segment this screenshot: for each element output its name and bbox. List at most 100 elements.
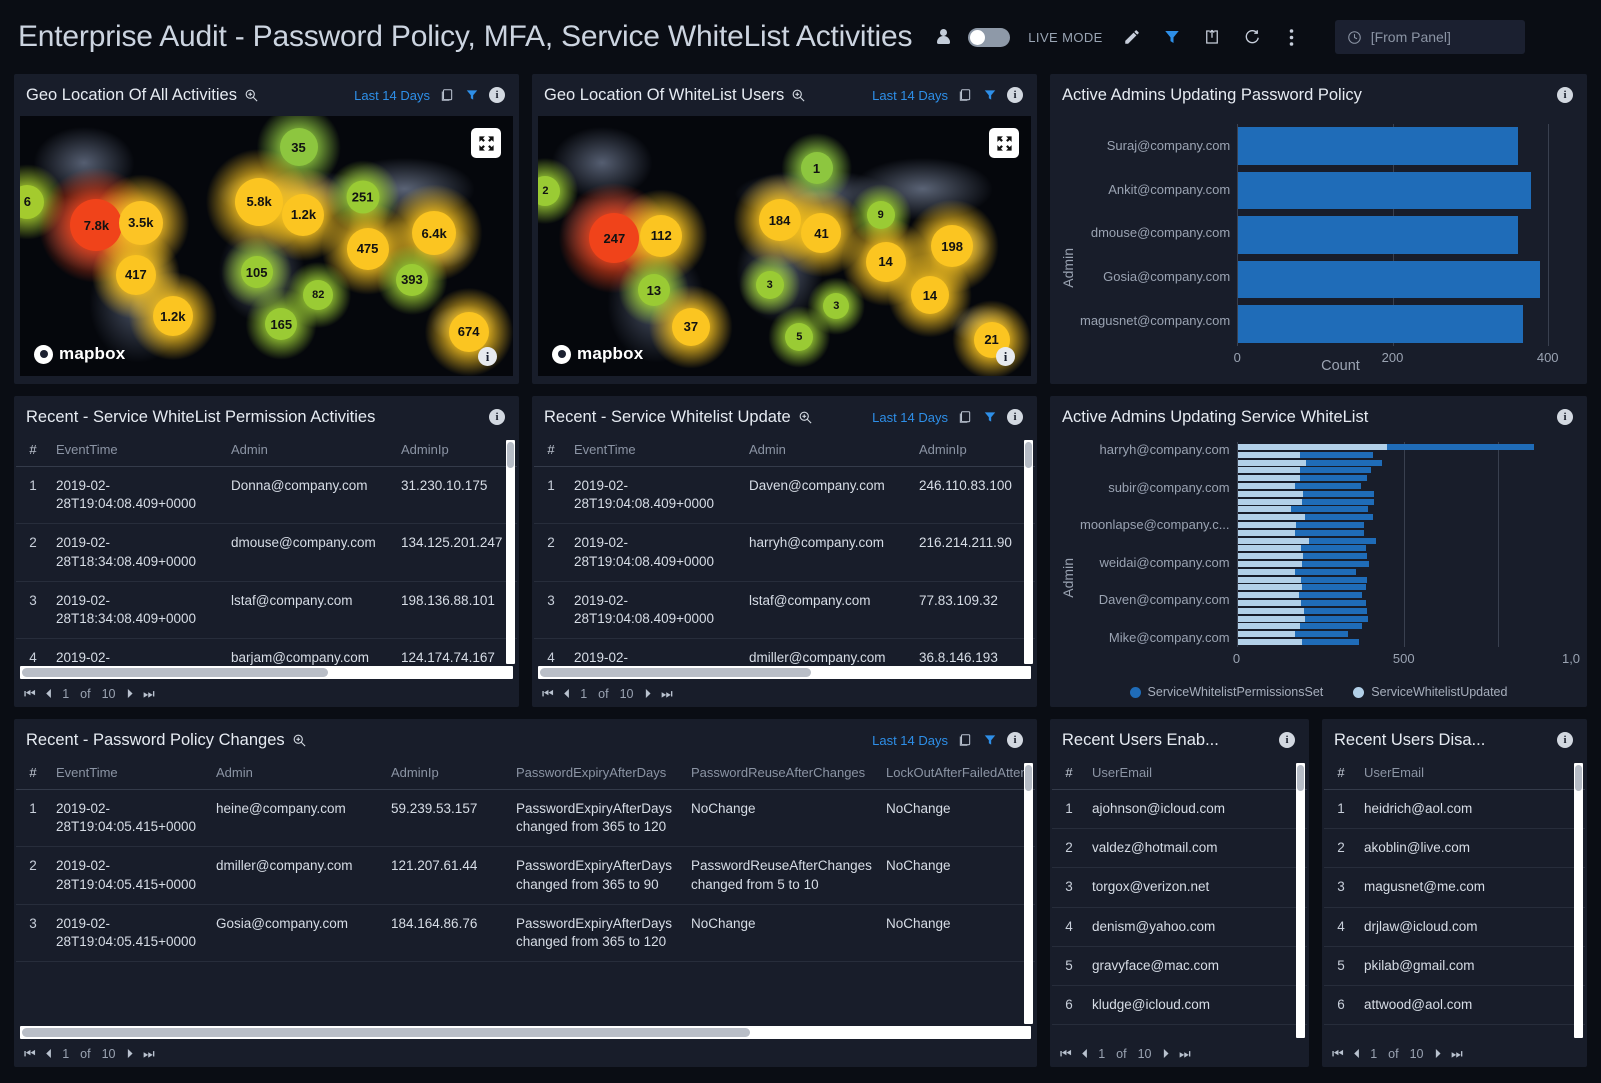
vertical-scrollbar[interactable] — [1024, 440, 1033, 664]
table-scroll-area[interactable]: #EventTimeAdminAdminIpPasswordExpiryAfte… — [16, 761, 1035, 1026]
bar-row[interactable] — [1238, 608, 1571, 614]
map-cluster-marker[interactable]: 1.2k — [153, 296, 193, 336]
bar-row[interactable] — [1238, 639, 1571, 645]
next-page-button[interactable]: ⏵ — [645, 687, 651, 700]
bar-segment-permissions-set[interactable] — [1309, 538, 1376, 544]
bar-segment-updated[interactable] — [1238, 444, 1387, 450]
panel-info-icon[interactable]: i — [1007, 409, 1023, 425]
table-row[interactable]: 5pkilab@gmail.com — [1324, 946, 1585, 985]
vertical-scrollbar[interactable] — [1574, 763, 1583, 1038]
panel-info-icon[interactable]: i — [489, 409, 505, 425]
column-header[interactable]: LockOutAfterFailedAttem — [880, 761, 1035, 790]
map-cluster-marker[interactable]: 184 — [759, 199, 801, 241]
bar-row[interactable] — [1238, 261, 1571, 299]
table-row[interactable]: 32019-02-28T19:04:08.409+0000lstaf@compa… — [534, 581, 1035, 638]
bar-row[interactable] — [1238, 600, 1571, 606]
search-zoom-icon[interactable] — [244, 88, 259, 103]
map-cluster-marker[interactable]: 9 — [867, 201, 895, 229]
table-row[interactable]: 2akoblin@live.com — [1324, 829, 1585, 868]
column-header[interactable]: Admin — [743, 438, 913, 467]
bar-segment-permissions-set[interactable] — [1305, 616, 1368, 622]
bar-segment-updated[interactable] — [1238, 506, 1292, 512]
last-page-button[interactable]: ⏭ — [1451, 1047, 1462, 1060]
table-row[interactable]: 32019-02-28T18:34:08.409+0000lstaf@compa… — [16, 581, 517, 638]
map-cluster-marker[interactable]: 5 — [785, 323, 813, 351]
more-options-icon[interactable] — [1281, 26, 1303, 48]
live-mode-toggle[interactable] — [968, 28, 1010, 47]
legend-item[interactable]: ServiceWhitelistPermissionsSet — [1130, 685, 1324, 699]
map-cluster-marker[interactable]: 165 — [265, 308, 297, 340]
map-cluster-marker[interactable]: 105 — [241, 256, 273, 288]
panel-info-icon[interactable]: i — [1007, 732, 1023, 748]
bar-segment-permissions-set[interactable] — [1301, 577, 1367, 583]
bar-segment-updated[interactable] — [1238, 577, 1301, 583]
table-row[interactable]: 42019-02-28T19:04:08.409+0000dmiller@com… — [534, 639, 1035, 666]
table-scroll-area[interactable]: #UserEmail1heidrich@aol.com2akoblin@live… — [1324, 761, 1585, 1040]
edit-pencil-icon[interactable] — [1121, 26, 1143, 48]
table-scroll-area[interactable]: #UserEmail1ajohnson@icloud.com2valdez@ho… — [1052, 761, 1307, 1040]
map-cluster-marker[interactable]: 247 — [589, 213, 639, 263]
first-page-button[interactable]: ⏮ — [1060, 1047, 1071, 1060]
table-row[interactable]: 3magusnet@me.com — [1324, 868, 1585, 907]
bar-segment-permissions-set[interactable] — [1302, 499, 1374, 505]
bar-row[interactable] — [1238, 522, 1571, 528]
map-cluster-marker[interactable]: 35 — [280, 128, 318, 166]
column-header[interactable]: Admin — [210, 761, 385, 790]
table-row[interactable]: 1heidrich@aol.com — [1324, 790, 1585, 829]
last-page-button[interactable]: ⏭ — [661, 687, 672, 700]
bar-row[interactable] — [1238, 216, 1571, 254]
table-row[interactable]: 32019-02-28T19:04:05.415+0000Gosia@compa… — [16, 904, 1035, 961]
scroll-thumb[interactable] — [1025, 765, 1032, 791]
bar-segment-permissions-set[interactable] — [1295, 530, 1363, 536]
bar-segment-updated[interactable] — [1238, 553, 1303, 559]
next-page-button[interactable]: ⏵ — [127, 687, 133, 700]
table-row[interactable]: 12019-02-28T19:04:08.409+0000Daven@compa… — [534, 467, 1035, 524]
table-row[interactable]: 5gravyface@mac.com — [1052, 946, 1307, 985]
bar-row[interactable] — [1238, 545, 1571, 551]
bar-segment-permissions-set[interactable] — [1300, 467, 1372, 473]
column-header[interactable]: EventTime — [568, 438, 743, 467]
bar-segment-permissions-set[interactable] — [1296, 522, 1363, 528]
bar-segment-permissions-set[interactable] — [1306, 460, 1382, 466]
bar-row[interactable] — [1238, 623, 1571, 629]
column-header[interactable]: # — [16, 761, 50, 790]
bar-row[interactable] — [1238, 592, 1571, 598]
refresh-icon[interactable] — [1241, 26, 1263, 48]
panel-filter-icon[interactable] — [982, 732, 998, 748]
bar-segment-updated[interactable] — [1238, 623, 1300, 629]
copy-panel-icon[interactable] — [957, 732, 973, 748]
search-zoom-icon[interactable] — [791, 88, 806, 103]
bar-segment-updated[interactable] — [1238, 545, 1302, 551]
fullscreen-icon[interactable] — [471, 128, 501, 158]
map-cluster-marker[interactable]: 14 — [911, 276, 949, 314]
bar-segment-updated[interactable] — [1238, 561, 1302, 567]
bar-segment-updated[interactable] — [1238, 538, 1309, 544]
scroll-thumb[interactable] — [507, 442, 514, 468]
bar-segment-permissions-set[interactable] — [1303, 553, 1367, 559]
last-page-button[interactable]: ⏭ — [1179, 1047, 1190, 1060]
bar-segment-updated[interactable] — [1238, 491, 1303, 497]
prev-page-button[interactable]: ⏴ — [1354, 1047, 1360, 1060]
scroll-thumb[interactable] — [22, 1028, 750, 1037]
bar-row[interactable] — [1238, 172, 1571, 210]
bar-row[interactable] — [1238, 616, 1571, 622]
bar-row[interactable] — [1238, 577, 1571, 583]
bar-segment-permissions-set[interactable] — [1387, 444, 1535, 450]
legend-item[interactable]: ServiceWhitelistUpdated — [1353, 685, 1507, 699]
map-cluster-marker[interactable]: 41 — [801, 213, 841, 253]
bar-segment-updated[interactable] — [1238, 475, 1300, 481]
map-cluster-marker[interactable]: 3 — [756, 271, 784, 299]
horizontal-scrollbar[interactable] — [20, 1026, 1031, 1039]
vertical-scrollbar[interactable] — [1024, 763, 1033, 1024]
bar-segment-updated[interactable] — [1238, 639, 1302, 645]
table-scroll-area[interactable]: #EventTimeAdminAdminIp12019-02-28T19:04:… — [16, 438, 517, 666]
column-header[interactable]: # — [16, 438, 50, 467]
horizontal-scrollbar[interactable] — [538, 666, 1031, 679]
search-zoom-icon[interactable] — [798, 410, 813, 425]
map-cluster-marker[interactable]: 13 — [638, 274, 670, 306]
table-row[interactable]: 12019-02-28T19:04:08.409+0000Donna@compa… — [16, 467, 517, 524]
map-cluster-marker[interactable]: 6.4k — [412, 211, 456, 255]
column-header[interactable]: PasswordReuseAfterChanges — [685, 761, 880, 790]
bar-segment-permissions-set[interactable] — [1300, 452, 1373, 458]
bar-segment-permissions-set[interactable] — [1301, 600, 1366, 606]
